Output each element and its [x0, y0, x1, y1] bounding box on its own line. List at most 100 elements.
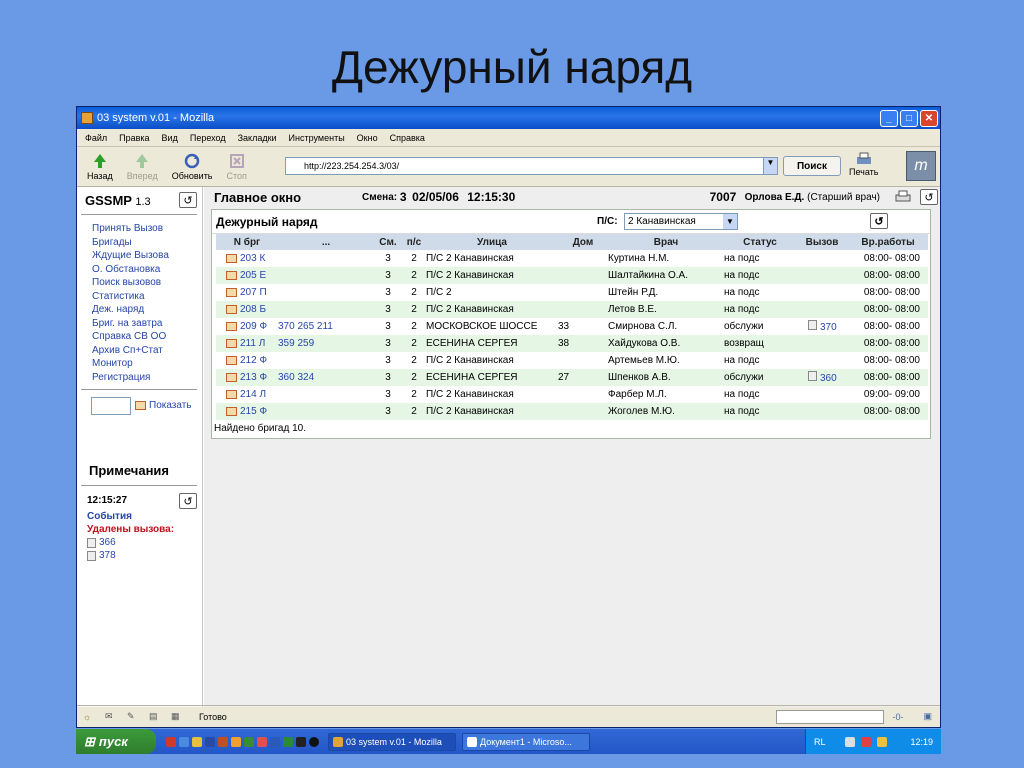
- cell-call[interactable]: [796, 335, 848, 352]
- cell-calls[interactable]: [278, 352, 374, 369]
- cell-brigade[interactable]: 215 Ф: [216, 403, 278, 420]
- table-row[interactable]: 211 Л 359 259 3 2 ЕСЕНИНА СЕРГЕЯ 38 Хайдукова …: [216, 335, 928, 352]
- menu-tools[interactable]: Инструменты: [289, 133, 345, 143]
- table-row[interactable]: 209 Ф 370 265 211 3 2 МОСКОВСКОЕ ШОССЕ 33 Смир…: [216, 318, 928, 335]
- col-street[interactable]: Улица: [426, 234, 558, 250]
- cell-calls[interactable]: 370 265 211: [278, 318, 374, 335]
- stop-button[interactable]: Стоп: [227, 153, 247, 181]
- table-row[interactable]: 208 Б 3 2 П/С 2 Канавинская Летов В.Е. на под…: [216, 301, 928, 318]
- cell-brigade[interactable]: 203 К: [216, 250, 278, 267]
- nav-item-monitor[interactable]: Монитор: [92, 357, 169, 371]
- cell-call[interactable]: [796, 386, 848, 403]
- table-row[interactable]: 205 Е 3 2 П/С 2 Канавинская Шалтайкина О.А. н…: [216, 267, 928, 284]
- menu-help[interactable]: Справка: [390, 133, 425, 143]
- cell-brigade[interactable]: 214 Л: [216, 386, 278, 403]
- quicklaunch-icon[interactable]: [283, 736, 293, 747]
- col-status[interactable]: Статус: [724, 234, 796, 250]
- notes-refresh-button[interactable]: ↺: [179, 493, 197, 509]
- col-doctor[interactable]: Врач: [608, 234, 724, 250]
- nav-item-brigades[interactable]: Бригады: [92, 236, 169, 250]
- quicklaunch-icon[interactable]: [166, 736, 176, 747]
- cell-calls[interactable]: 359 259: [278, 335, 374, 352]
- quicklaunch-icon[interactable]: [179, 736, 189, 747]
- col-ps[interactable]: п/с: [402, 234, 426, 250]
- table-row[interactable]: 215 Ф 3 2 П/С 2 Канавинская Жоголев М.Ю. на п…: [216, 403, 928, 420]
- chevron-down-icon[interactable]: ▼: [723, 214, 737, 229]
- cell-call[interactable]: 370: [796, 318, 848, 335]
- table-row[interactable]: 213 Ф 360 324 3 2 ЕСЕНИНА СЕРГЕЯ 27 Шпенков А.…: [216, 369, 928, 386]
- tray-icon[interactable]: [877, 736, 888, 747]
- col-shift[interactable]: См.: [374, 234, 402, 250]
- cell-brigade[interactable]: 209 Ф: [216, 318, 278, 335]
- cell-brigade[interactable]: 211 Л: [216, 335, 278, 352]
- quicklaunch-icon[interactable]: [244, 736, 254, 747]
- nav-item-reference[interactable]: Справка СВ ОО: [92, 330, 169, 344]
- cell-brigade[interactable]: 213 Ф: [216, 369, 278, 386]
- cell-call[interactable]: [796, 403, 848, 420]
- nav-item-call-search[interactable]: Поиск вызовов: [92, 276, 169, 290]
- start-button[interactable]: ⊞ пуск: [76, 729, 156, 754]
- menu-view[interactable]: Вид: [162, 133, 178, 143]
- cell-call[interactable]: [796, 250, 848, 267]
- col-brigade[interactable]: N бpг: [216, 234, 278, 250]
- quicklaunch-icon[interactable]: [218, 736, 228, 747]
- quicklaunch-icon[interactable]: [257, 736, 267, 747]
- cell-calls[interactable]: [278, 301, 374, 318]
- nav-item-archive[interactable]: Архив Сп+Стат: [92, 344, 169, 358]
- panel-refresh-button[interactable]: ↺: [870, 213, 888, 229]
- header-refresh-button[interactable]: ↺: [920, 189, 938, 205]
- forward-button[interactable]: Вперед: [127, 153, 158, 181]
- table-row[interactable]: 207 П 3 2 П/С 2 Штейн Р.Д. на подс 08:00- 08:0…: [216, 284, 928, 301]
- search-button[interactable]: Поиск: [783, 156, 841, 176]
- menu-bookmarks[interactable]: Закладки: [238, 133, 277, 143]
- col-house[interactable]: Дом: [558, 234, 608, 250]
- col-call[interactable]: Вызов: [796, 234, 848, 250]
- tray-icon[interactable]: [861, 736, 872, 747]
- table-row[interactable]: 214 Л 3 2 П/С 2 Канавинская Фарбер М.Л. на по…: [216, 386, 928, 403]
- quicklaunch-icon[interactable]: [205, 736, 215, 747]
- cell-brigade[interactable]: 208 Б: [216, 301, 278, 318]
- cell-calls[interactable]: 360 324: [278, 369, 374, 386]
- cell-call[interactable]: 360: [796, 369, 848, 386]
- refresh-button[interactable]: ↺: [179, 192, 197, 208]
- reload-button[interactable]: Обновить: [172, 153, 213, 181]
- cell-call[interactable]: [796, 301, 848, 318]
- nav-item-tomorrow-brigades[interactable]: Бриг. на завтра: [92, 317, 169, 331]
- menu-go[interactable]: Переход: [190, 133, 226, 143]
- quicklaunch-icon[interactable]: [231, 736, 241, 747]
- cell-calls[interactable]: [278, 386, 374, 403]
- table-row[interactable]: 203 К 3 2 П/С 2 Канавинская Куртина Н.М. на п…: [216, 250, 928, 267]
- events-link[interactable]: События: [87, 511, 132, 522]
- print-button[interactable]: Печать: [849, 151, 878, 177]
- cell-calls[interactable]: [278, 284, 374, 301]
- col-worktime[interactable]: Вр.работы: [848, 234, 928, 250]
- chevron-down-icon[interactable]: ▼: [763, 158, 777, 174]
- nav-item-statistics[interactable]: Статистика: [92, 290, 169, 304]
- brigade-number-input[interactable]: [91, 397, 131, 415]
- nav-item-accept-call[interactable]: Принять Вызов: [92, 222, 169, 236]
- deleted-call-link[interactable]: 378: [87, 550, 116, 561]
- cell-brigade[interactable]: 212 Ф: [216, 352, 278, 369]
- cell-call[interactable]: [796, 352, 848, 369]
- cell-brigade[interactable]: 205 Е: [216, 267, 278, 284]
- cell-call[interactable]: [796, 267, 848, 284]
- minimize-button[interactable]: _: [880, 109, 898, 127]
- substation-select[interactable]: 2 Канавинская ▼: [624, 213, 738, 230]
- taskbar-item-mozilla[interactable]: 03 system v.01 - Mozilla: [328, 732, 456, 751]
- quicklaunch-icon[interactable]: [309, 736, 319, 747]
- url-field[interactable]: http://223.254.254.3/03/ ▼: [285, 157, 778, 175]
- deleted-call-link[interactable]: 366: [87, 537, 116, 548]
- cell-calls[interactable]: [278, 250, 374, 267]
- quicklaunch-icon[interactable]: [192, 736, 202, 747]
- nav-item-waiting-calls[interactable]: Ждущие Вызова: [92, 249, 169, 263]
- quicklaunch-icon[interactable]: [270, 736, 280, 747]
- cell-call[interactable]: [796, 284, 848, 301]
- table-row[interactable]: 212 Ф 3 2 П/С 2 Канавинская Артемьев М.Ю. на …: [216, 352, 928, 369]
- maximize-button[interactable]: □: [900, 109, 918, 127]
- nav-item-duty-roster[interactable]: Деж. наряд: [92, 303, 169, 317]
- nav-item-registration[interactable]: Регистрация: [92, 371, 169, 385]
- back-button[interactable]: Назад: [87, 153, 113, 181]
- menu-edit[interactable]: Правка: [119, 133, 149, 143]
- print-icon[interactable]: [894, 190, 912, 204]
- show-button[interactable]: Показать: [135, 400, 192, 411]
